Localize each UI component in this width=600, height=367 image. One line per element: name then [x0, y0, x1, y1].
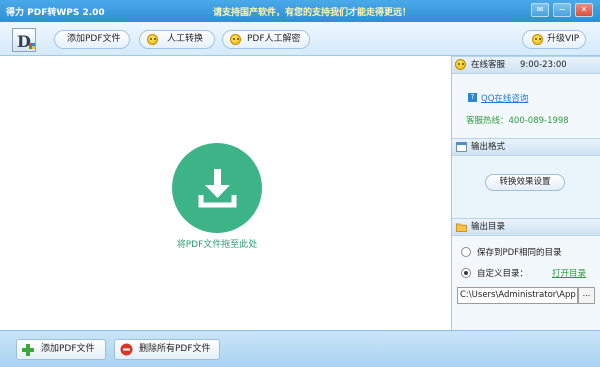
smiley-icon [230, 34, 241, 45]
skin-button[interactable]: ✉ [531, 3, 549, 17]
folder-icon [456, 223, 467, 232]
upgrade-vip-label: 升级VIP [547, 34, 580, 44]
output-path-field[interactable]: C:\Users\Administrator\App [457, 287, 578, 304]
pdf-drop-area[interactable]: 将PDF文件拖至此处 [0, 56, 452, 330]
output-header-label: 输出目录 [471, 222, 506, 232]
conversion-settings-button[interactable]: 转换效果设置 [485, 174, 565, 191]
qq-help-icon: ? [468, 93, 477, 102]
vip-smiley-icon [532, 34, 543, 45]
format-header: 输出格式 [452, 138, 600, 156]
slogan-text: 请支持国产软件，有您的支持我们才能走得更远！ [213, 8, 412, 18]
svg-text:D: D [17, 32, 31, 51]
delete-all-button[interactable]: 删除所有PDF文件 [114, 339, 220, 360]
pdf-decrypt-label: PDF人工解密 [247, 34, 301, 44]
delete-all-label: 删除所有PDF文件 [139, 344, 211, 354]
title-bar: 得力 PDF转WPS 2.00 请支持国产软件，有您的支持我们才能走得更远！ ✉… [0, 0, 600, 22]
qq-consult-link[interactable]: QQ在线咨询 [481, 92, 528, 104]
service-hours: 9:00-23:00 [520, 60, 567, 70]
service-hotline: 客服热线：400-089-1998 [466, 116, 569, 126]
format-icon [456, 142, 467, 152]
service-header-label: 在线客服 [471, 60, 506, 70]
add-pdf-label: 添加PDF文件 [67, 34, 121, 44]
bottom-bar: 添加PDF文件 删除所有PDF文件 [0, 330, 600, 367]
browse-button[interactable]: ... [578, 287, 595, 304]
custom-dir-label: 自定义目录： [477, 269, 529, 279]
add-pdf-button[interactable]: 添加PDF文件 [54, 30, 130, 49]
open-directory-link[interactable]: 打开目录 [552, 267, 586, 279]
app-title: 得力 PDF转WPS 2.00 [6, 8, 105, 18]
bottom-add-pdf-label: 添加PDF文件 [41, 344, 95, 354]
smiley-icon [147, 34, 158, 45]
manual-convert-button[interactable]: 人工转换 [139, 30, 215, 49]
plus-icon [22, 344, 34, 356]
pdf-decrypt-button[interactable]: PDF人工解密 [222, 30, 310, 49]
app-logo-icon: D [12, 28, 36, 52]
download-icon[interactable] [172, 143, 262, 233]
side-panel: 在线客服 9:00-23:00 ? QQ在线咨询 客服热线：400-089-19… [452, 56, 600, 330]
minimize-button[interactable]: − [553, 3, 571, 17]
delete-icon [120, 343, 133, 356]
upgrade-vip-button[interactable]: 升级VIP [522, 30, 586, 49]
bottom-add-pdf-button[interactable]: 添加PDF文件 [16, 339, 106, 360]
drop-hint-text: 将PDF文件拖至此处 [176, 240, 258, 250]
toolbar: D 添加PDF文件 人工转换 PDF人工解密 升级VIP [0, 22, 600, 56]
format-header-label: 输出格式 [471, 142, 506, 152]
same-dir-label: 保存到PDF相同的目录 [477, 248, 562, 258]
service-header: 在线客服 9:00-23:00 [452, 56, 600, 74]
radio-custom-dir[interactable] [461, 268, 471, 278]
close-button[interactable]: ✕ [575, 3, 593, 17]
output-header: 输出目录 [452, 218, 600, 236]
manual-convert-label: 人工转换 [167, 34, 204, 44]
service-smiley-icon [455, 59, 466, 70]
radio-same-dir[interactable] [461, 247, 471, 257]
